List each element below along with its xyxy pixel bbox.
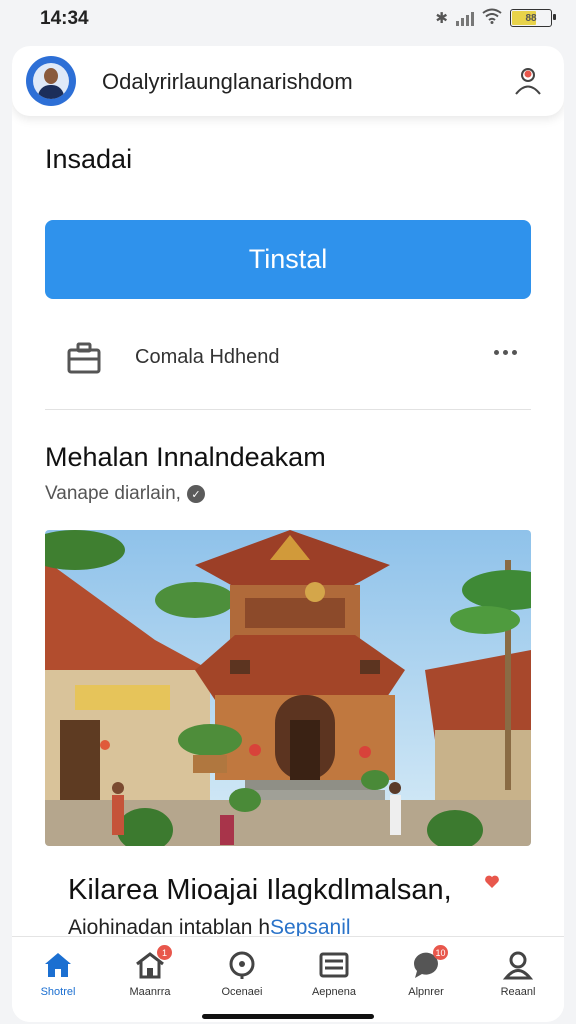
post-title: Mehalan Innalndeakam: [45, 442, 326, 472]
menu-icon: [319, 952, 349, 978]
nav-item-chat[interactable]: 10 Alpnrer: [380, 937, 472, 1022]
nav-item-profile[interactable]: Reaanl: [472, 937, 564, 1022]
post-meta: Vanape diarlain, ✓: [45, 483, 205, 505]
home-indicator[interactable]: [202, 1014, 374, 1019]
signal-icon: [456, 10, 474, 26]
company-row[interactable]: Comala Hdhend: [45, 326, 531, 396]
temple-photo: [45, 530, 531, 846]
profile-alert-icon[interactable]: [512, 65, 544, 97]
nav-label-chat: Alpnrer: [408, 986, 444, 998]
briefcase-icon: [67, 342, 101, 374]
heart-icon[interactable]: [484, 874, 500, 890]
nav-label-search: Ocenaei: [221, 986, 263, 998]
post-author: Vanape diarlain,: [45, 483, 181, 504]
nav-label-house: Maanrra: [129, 986, 171, 998]
caption-title: Kilarea Mioajai Ilagkdlmalsan,: [68, 874, 452, 906]
divider: [45, 409, 531, 410]
header-bar: Odalyrirlaunglanarishdom: [12, 46, 564, 116]
verified-icon: ✓: [186, 485, 205, 503]
nav-label-menu: Aepnena: [311, 986, 357, 998]
post-image[interactable]: [45, 530, 531, 846]
header-title: Odalyrirlaunglanarishdom: [102, 69, 353, 94]
nav-item-home[interactable]: Shotrel: [12, 937, 104, 1022]
nav-item-search[interactable]: Ocenaei: [196, 937, 288, 1022]
avatar[interactable]: [26, 56, 76, 106]
company-name: Comala Hdhend: [135, 346, 280, 368]
nav-item-house[interactable]: 1 Maanrra: [104, 937, 196, 1022]
status-time: 14:34: [40, 8, 89, 29]
status-bar: 14:34 ✱ 88: [0, 0, 576, 40]
more-options-button[interactable]: [494, 350, 517, 355]
house-icon: 1: [134, 945, 172, 981]
search-icon: [229, 951, 255, 979]
wifi-icon: [482, 8, 502, 28]
nav-label-home: Shotrel: [40, 986, 76, 998]
section-heading: Insadai: [45, 144, 133, 174]
app-card: Odalyrirlaunglanarishdom Insadai Tinstal…: [12, 46, 564, 1022]
bottom-nav: Shotrel 1 Maanrra Ocenaei Aepnena 10 Alp…: [12, 936, 564, 1022]
home-icon: [45, 953, 71, 977]
profile-icon: [502, 951, 534, 980]
battery-level: 88: [525, 12, 537, 24]
status-icons: ✱ 88: [435, 8, 556, 28]
nav-item-menu[interactable]: Aepnena: [288, 937, 380, 1022]
nav-badge: 10: [433, 945, 448, 960]
bluetooth-icon: ✱: [435, 10, 448, 27]
nav-badge: 1: [157, 945, 172, 960]
battery-icon: 88: [510, 9, 556, 27]
chat-icon: 10: [410, 945, 448, 981]
nav-label-profile: Reaanl: [500, 986, 536, 998]
install-button[interactable]: Tinstal: [45, 220, 531, 299]
